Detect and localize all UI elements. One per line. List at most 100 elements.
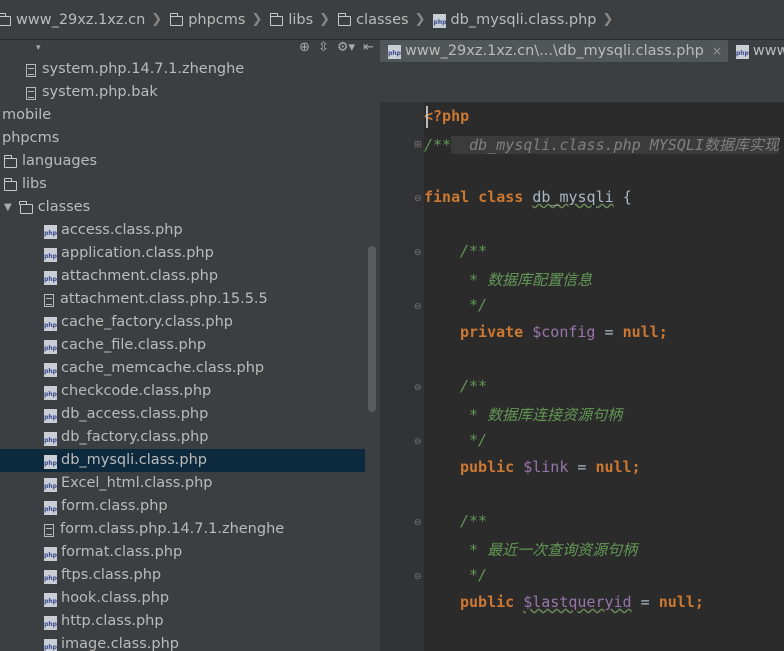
tree-item[interactable]: php access.class.php <box>0 219 365 242</box>
breadcrumb-item-file[interactable]: php db_mysqli.class.php ❯ <box>429 0 617 39</box>
value: null <box>595 458 632 476</box>
doc-open: /** <box>424 136 452 154</box>
fold-collapse-icon[interactable]: ⊖ <box>414 302 422 312</box>
doc-comment-close: */ <box>460 566 488 584</box>
php-file-icon: php <box>44 362 57 377</box>
breadcrumb-label: libs <box>288 11 314 28</box>
tree-item[interactable]: php checkcode.class.php <box>0 380 365 403</box>
tree-item[interactable]: php form.class.php <box>0 495 365 518</box>
collapse-all-icon[interactable]: ⊕ <box>299 40 310 55</box>
fold-collapse-icon[interactable]: ⊖ <box>414 383 422 393</box>
tree-item[interactable]: languages <box>0 150 365 173</box>
tree-item[interactable]: php http.class.php <box>0 610 365 633</box>
tree-item-label: languages <box>22 153 98 169</box>
tree-item-label: application.class.php <box>61 245 214 261</box>
php-file-icon: php <box>44 638 57 651</box>
tree-item[interactable]: php image.class.php <box>0 633 365 651</box>
tree-item[interactable]: php attachment.class.php <box>0 265 365 288</box>
tree-item[interactable]: php cache_factory.class.php <box>0 311 365 334</box>
visibility: private <box>460 323 524 341</box>
tree-item-label: Excel_html.class.php <box>61 475 213 491</box>
tree-item-label: db_factory.class.php <box>61 429 209 445</box>
view-dropdown-icon[interactable]: ▾ <box>36 43 41 53</box>
assign: = <box>595 323 623 341</box>
tree-item-label: attachment.class.php.15.5.5 <box>60 291 268 307</box>
tree-item[interactable]: phpcms <box>0 127 365 150</box>
doc-comment-close: */ <box>460 431 488 449</box>
breadcrumb-item-project[interactable]: www_29xz.1xz.cn ❯ <box>0 0 166 39</box>
tree-item-label: db_access.class.php <box>61 406 209 422</box>
tree-item[interactable]: php hook.class.php <box>0 587 365 610</box>
tree-item-label: http.class.php <box>61 613 164 629</box>
folder-icon <box>169 12 184 26</box>
breadcrumb-label: db_mysqli.class.php <box>450 11 597 28</box>
folded-doc-comment[interactable]: /** db_mysqli.class.php MYSQLI数据库实现 <box>424 134 779 155</box>
visibility: public <box>460 458 515 476</box>
tree-item[interactable]: system.php.14.7.1.zhenghe <box>0 58 365 81</box>
tree-item[interactable]: php cache_memcache.class.php <box>0 357 365 380</box>
tree-item-label: phpcms <box>2 130 60 146</box>
settings-icon[interactable]: ⚙▾ <box>337 40 355 55</box>
tab-label: www_29x <box>752 43 784 59</box>
tree-item[interactable]: mobile <box>0 104 365 127</box>
php-file-icon: php <box>44 385 57 400</box>
tree-item[interactable]: php db_access.class.php <box>0 403 365 426</box>
php-file-icon: php <box>44 615 57 630</box>
folder-icon <box>337 12 352 26</box>
property-link: public $link = null; <box>460 458 641 476</box>
breadcrumb-item-libs[interactable]: libs ❯ <box>266 0 334 39</box>
folder-icon <box>3 177 17 191</box>
fold-collapse-icon[interactable]: ⊖ <box>414 194 422 204</box>
fold-collapse-icon[interactable]: ⊖ <box>414 572 422 582</box>
code-editor[interactable]: <?php /** db_mysqli.class.php MYSQLI数据库实… <box>424 103 784 651</box>
tree-item[interactable]: form.class.php.14.7.1.zhenghe <box>0 518 365 541</box>
tree-item-label: system.php.14.7.1.zhenghe <box>42 61 245 77</box>
class-name: db_mysqli <box>532 188 614 206</box>
project-panel: ▾ ⊕ ⇳ ⚙▾ ⇤ system.php.14.7.1.zhenghe syst… <box>0 40 380 651</box>
project-toolbar: ▾ ⊕ ⇳ ⚙▾ ⇤ <box>0 40 380 58</box>
breadcrumb-item-phpcms[interactable]: phpcms ❯ <box>166 0 266 39</box>
scroll-from-source-icon[interactable]: ⇳ <box>318 40 329 55</box>
project-scrollbar[interactable] <box>368 246 376 412</box>
tree-item[interactable]: php format.class.php <box>0 541 365 564</box>
breadcrumb: www_29xz.1xz.cn ❯ phpcms ❯ libs ❯ classes ❯ … <box>0 0 784 40</box>
breadcrumb-item-classes[interactable]: classes ❯ <box>334 0 429 39</box>
text-file-icon <box>44 294 54 307</box>
tree-item[interactable]: libs <box>0 173 365 196</box>
tree-item[interactable]: php ftps.class.php <box>0 564 365 587</box>
tree-item[interactable]: ▼ classes <box>0 196 365 219</box>
tree-item-label: image.class.php <box>61 636 179 651</box>
tree-item-label: mobile <box>2 107 52 123</box>
fold-expand-icon[interactable]: ⊞ <box>414 140 422 150</box>
close-icon[interactable]: × <box>712 44 722 58</box>
text-file-icon <box>44 524 54 537</box>
expand-arrow-icon[interactable]: ▼ <box>4 196 12 219</box>
tree-item[interactable]: php Excel_html.class.php <box>0 472 365 495</box>
tree-item[interactable]: php cache_file.class.php <box>0 334 365 357</box>
tab-other[interactable]: phpwww_29x <box>728 40 784 62</box>
project-tree: system.php.14.7.1.zhenghe system.php.bak m… <box>0 58 380 651</box>
assign: = <box>568 458 596 476</box>
editor-gutter <box>380 103 424 651</box>
tab-db-mysqli[interactable]: php www_29xz.1xz.cn\...\db_mysqli.class.p… <box>380 40 728 62</box>
tree-item[interactable]: php application.class.php <box>0 242 365 265</box>
fold-collapse-icon[interactable]: ⊖ <box>414 518 422 528</box>
fold-collapse-icon[interactable]: ⊖ <box>414 248 422 258</box>
tree-item[interactable]: attachment.class.php.15.5.5 <box>0 288 365 311</box>
php-file-icon: php <box>44 546 57 561</box>
tree-item[interactable]: system.php.bak <box>0 81 365 104</box>
tree-item[interactable]: php db_factory.class.php <box>0 426 365 449</box>
tree-item[interactable]: php db_mysqli.class.php <box>0 449 365 472</box>
tab-label: www_29xz.1xz.cn\...\db_mysqli.class.php <box>405 43 704 59</box>
hide-icon[interactable]: ⇤ <box>363 40 374 55</box>
tree-item-label: form.class.php.14.7.1.zhenghe <box>60 521 285 537</box>
php-file-icon: php <box>44 270 57 285</box>
folder-icon <box>3 154 17 168</box>
fold-collapse-icon[interactable]: ⊖ <box>414 437 422 447</box>
editor-tabs: php www_29xz.1xz.cn\...\db_mysqli.class.p… <box>380 40 784 62</box>
tree-item-label: format.class.php <box>61 544 183 560</box>
php-file-icon: php <box>44 316 57 331</box>
folder-icon <box>0 12 11 26</box>
tree-item-label: attachment.class.php <box>61 268 219 284</box>
breadcrumb-label: www_29xz.1xz.cn <box>16 11 146 28</box>
